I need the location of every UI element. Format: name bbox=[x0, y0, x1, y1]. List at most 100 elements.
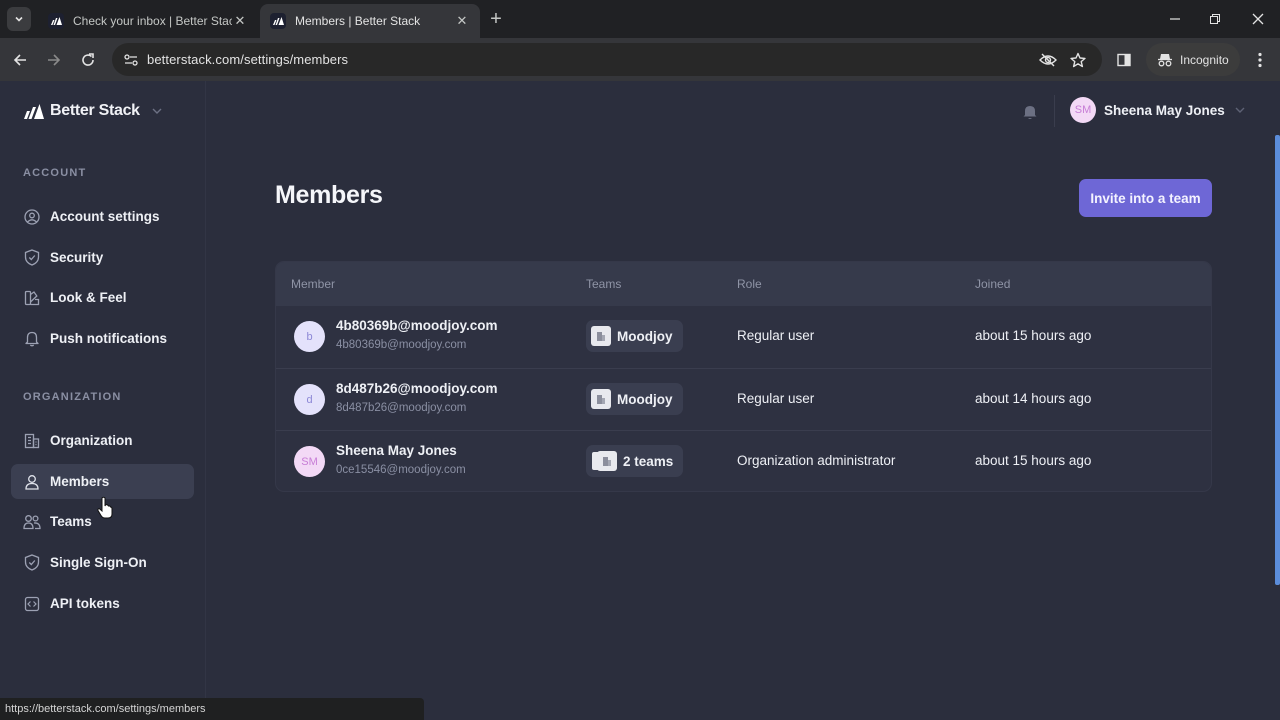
incognito-label: Incognito bbox=[1180, 52, 1229, 67]
member-name: 4b80369b@moodjoy.com bbox=[336, 318, 498, 333]
eye-off-icon[interactable] bbox=[1038, 50, 1058, 70]
sidebar-item-label: Teams bbox=[50, 514, 92, 529]
app-root: Better Stack ACCOUNT Account settings Se… bbox=[0, 81, 1280, 720]
member-joined: about 14 hours ago bbox=[975, 391, 1092, 406]
table-header: Member Teams Role Joined bbox=[276, 262, 1211, 306]
member-role: Regular user bbox=[737, 391, 815, 406]
table-row[interactable]: d 8d487b26@moodjoy.com 8d487b26@moodjoy.… bbox=[276, 368, 1211, 430]
close-window-icon[interactable] bbox=[1247, 8, 1269, 30]
sidebar-item-look-and-feel[interactable]: Look & Feel bbox=[11, 280, 194, 315]
user-name: Sheena May Jones bbox=[1104, 102, 1225, 118]
incognito-badge[interactable]: Incognito bbox=[1146, 43, 1240, 76]
brand-switcher[interactable]: Better Stack bbox=[24, 102, 162, 120]
building-icon bbox=[591, 389, 611, 409]
team-chip[interactable]: 2 teams bbox=[586, 445, 684, 477]
address-bar[interactable]: betterstack.com/settings/members bbox=[112, 43, 1102, 76]
sidebar-item-members[interactable]: Members bbox=[11, 464, 194, 499]
column-header-joined: Joined bbox=[975, 277, 1011, 291]
incognito-icon bbox=[1158, 53, 1172, 66]
team-name: Moodjoy bbox=[617, 328, 673, 344]
member-email: 4b80369b@moodjoy.com bbox=[336, 339, 467, 351]
team-chip[interactable]: Moodjoy bbox=[586, 320, 683, 352]
user-menu[interactable]: SM Sheena May Jones bbox=[1070, 97, 1245, 123]
sidebar-item-api-tokens[interactable]: API tokens bbox=[11, 586, 194, 621]
sidebar-item-label: Push notifications bbox=[50, 331, 168, 346]
building-icon bbox=[591, 326, 611, 346]
hand-cursor-icon bbox=[97, 496, 113, 519]
url-text: betterstack.com/settings/members bbox=[147, 52, 349, 67]
column-header-teams: Teams bbox=[586, 277, 622, 291]
team-chip[interactable]: Moodjoy bbox=[586, 383, 683, 415]
side-panel-icon[interactable] bbox=[1114, 50, 1134, 70]
sidebar-item-security[interactable]: Security bbox=[11, 240, 194, 275]
more-vert-icon[interactable] bbox=[1250, 49, 1270, 71]
avatar: SM bbox=[294, 446, 325, 477]
member-name: Sheena May Jones bbox=[336, 443, 457, 458]
building-icon bbox=[23, 432, 41, 450]
column-header-member: Member bbox=[291, 277, 336, 291]
bookmark-star-icon[interactable] bbox=[1068, 50, 1088, 70]
shield-check-icon bbox=[23, 249, 41, 267]
member-role: Regular user bbox=[737, 328, 815, 343]
member-role: Organization administrator bbox=[737, 453, 896, 468]
avatar: b bbox=[294, 321, 325, 352]
sidebar-item-label: Members bbox=[50, 474, 110, 489]
table-row[interactable]: b 4b80369b@moodjoy.com 4b80369b@moodjoy.… bbox=[276, 306, 1211, 368]
browser-status-bar: https://betterstack.com/settings/members bbox=[0, 698, 424, 720]
member-email: 0ce15546@moodjoy.com bbox=[336, 464, 466, 476]
close-tab-icon[interactable]: ✕ bbox=[454, 13, 470, 29]
browser-tab-strip: Check your inbox | Better Stack ✕ Member… bbox=[0, 0, 1280, 38]
code-icon bbox=[23, 595, 41, 613]
forward-arrow-icon[interactable] bbox=[42, 48, 66, 72]
betterstack-favicon bbox=[48, 13, 64, 29]
minimize-icon[interactable] bbox=[1164, 8, 1186, 30]
tab-title: Check your inbox | Better Stack bbox=[73, 14, 232, 28]
table-row[interactable]: SM Sheena May Jones 0ce15546@moodjoy.com… bbox=[276, 430, 1211, 491]
browser-toolbar: betterstack.com/settings/members Incogni… bbox=[0, 38, 1280, 81]
restore-icon[interactable] bbox=[1204, 8, 1226, 30]
building-stack-icon bbox=[597, 451, 617, 471]
avatar: d bbox=[294, 384, 325, 415]
tab-title: Members | Better Stack bbox=[295, 14, 421, 28]
notifications-bell-icon[interactable] bbox=[1021, 103, 1039, 121]
chevron-down-icon bbox=[1235, 107, 1245, 113]
tab-members[interactable]: Members | Better Stack ✕ bbox=[260, 4, 480, 38]
tab-check-inbox[interactable]: Check your inbox | Better Stack ✕ bbox=[38, 4, 258, 38]
scrollbar[interactable] bbox=[1275, 135, 1280, 585]
close-tab-icon[interactable]: ✕ bbox=[232, 13, 248, 29]
sidebar-item-label: Look & Feel bbox=[50, 290, 127, 305]
member-joined: about 15 hours ago bbox=[975, 328, 1092, 343]
tab-search-button[interactable] bbox=[7, 7, 31, 31]
brand-name: Better Stack bbox=[50, 102, 140, 119]
new-tab-plus-icon[interactable]: + bbox=[486, 9, 506, 29]
bell-icon bbox=[23, 330, 41, 348]
member-email: 8d487b26@moodjoy.com bbox=[336, 402, 467, 414]
sidebar-item-label: API tokens bbox=[50, 596, 120, 611]
members-table: Member Teams Role Joined b 4b80369b@mood… bbox=[275, 261, 1212, 492]
betterstack-logo-icon bbox=[24, 103, 44, 119]
reload-icon[interactable] bbox=[76, 48, 100, 72]
sidebar-item-label: Account settings bbox=[50, 209, 160, 224]
chevron-down-icon bbox=[152, 108, 162, 114]
section-label-account: ACCOUNT bbox=[23, 167, 87, 179]
user-circle-icon bbox=[23, 208, 41, 226]
sidebar-item-label: Single Sign-On bbox=[50, 555, 147, 570]
topbar-divider bbox=[1054, 95, 1055, 127]
column-header-role: Role bbox=[737, 277, 762, 291]
member-name: 8d487b26@moodjoy.com bbox=[336, 381, 498, 396]
site-info-icon[interactable] bbox=[120, 49, 142, 71]
avatar: SM bbox=[1070, 97, 1096, 123]
sidebar-item-label: Organization bbox=[50, 433, 133, 448]
team-count: 2 teams bbox=[623, 453, 674, 469]
betterstack-favicon bbox=[270, 13, 286, 29]
users-icon bbox=[23, 513, 41, 531]
sidebar-item-account-settings[interactable]: Account settings bbox=[11, 199, 194, 234]
sidebar: Better Stack ACCOUNT Account settings Se… bbox=[0, 81, 206, 720]
sidebar-item-organization[interactable]: Organization bbox=[11, 423, 194, 458]
team-name: Moodjoy bbox=[617, 391, 673, 407]
sidebar-item-single-sign-on[interactable]: Single Sign-On bbox=[11, 545, 194, 580]
sidebar-item-push-notifications[interactable]: Push notifications bbox=[11, 321, 194, 356]
back-arrow-icon[interactable] bbox=[8, 48, 32, 72]
invite-into-team-button[interactable]: Invite into a team bbox=[1079, 179, 1212, 217]
page-title: Members bbox=[275, 181, 383, 209]
